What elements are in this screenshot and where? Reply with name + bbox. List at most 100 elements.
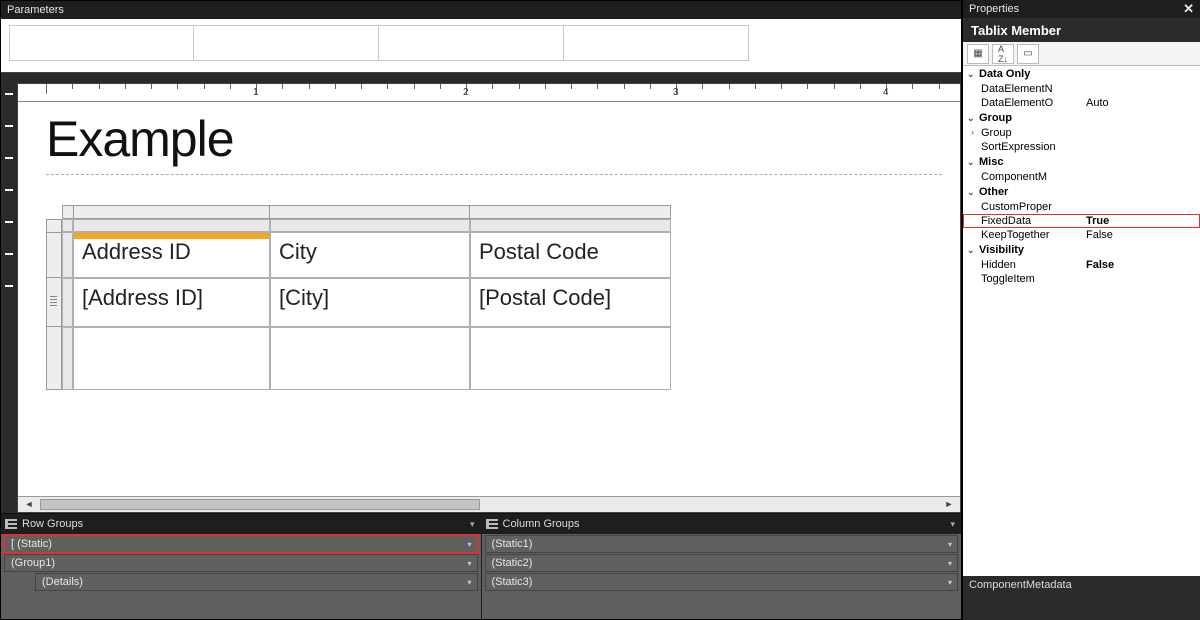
property-row[interactable]: FixedDataTrue — [963, 214, 1200, 228]
tablix-header-cell-selected[interactable]: Address ID — [73, 232, 270, 278]
property-category[interactable]: ⌄Group — [963, 110, 1200, 126]
property-pages-button[interactable]: ▭ — [1017, 44, 1039, 64]
tablix-row-handle[interactable] — [46, 278, 62, 327]
property-value[interactable] — [1086, 171, 1196, 183]
properties-grid[interactable]: ⌄Data OnlyDataElementNDataElementOAuto⌄G… — [963, 66, 1200, 576]
property-value[interactable] — [1086, 141, 1196, 153]
chevron-down-icon[interactable]: ▾ — [467, 559, 471, 568]
tablix-header-cell[interactable]: City — [270, 232, 470, 278]
tablix-column-handle[interactable] — [73, 205, 270, 219]
column-groups-pane[interactable]: Column Groups ▾ (Static1)▾(Static2)▾(Sta… — [482, 514, 962, 619]
tablix-data-cell[interactable]: [Address ID] — [73, 278, 270, 327]
property-row[interactable]: HiddenFalse — [963, 258, 1200, 272]
property-value[interactable]: True — [1086, 215, 1196, 227]
scroll-left-arrow-icon[interactable]: ◄ — [22, 498, 36, 511]
property-row[interactable]: DataElementOAuto — [963, 96, 1200, 110]
categorized-view-button[interactable]: ▦ — [967, 44, 989, 64]
chevron-down-icon[interactable]: ▾ — [948, 559, 952, 568]
tablix-corner-handle[interactable] — [62, 205, 73, 219]
property-name: CustomProper — [981, 201, 1086, 213]
chevron-down-icon[interactable]: ⌄ — [967, 245, 979, 256]
chevron-down-icon[interactable]: ▾ — [467, 578, 471, 587]
properties-description: ComponentMetadata — [963, 576, 1200, 620]
tablix-column-handle[interactable] — [470, 205, 671, 219]
horizontal-scrollbar[interactable]: ◄ ► — [18, 496, 960, 512]
property-category[interactable]: ⌄Data Only — [963, 66, 1200, 82]
property-value[interactable] — [1086, 201, 1196, 213]
chevron-down-icon[interactable]: ▾ — [948, 578, 952, 587]
property-category[interactable]: ⌄Other — [963, 184, 1200, 200]
property-name: ToggleItem — [981, 273, 1086, 285]
tablix-row-handle[interactable] — [46, 232, 62, 278]
row-group-item[interactable]: (Group1)▾ — [4, 554, 478, 572]
properties-panel-title: Properties — [969, 3, 1019, 15]
property-row[interactable]: SortExpression — [963, 140, 1200, 154]
tablix-data-cell[interactable]: [Postal Code] — [470, 278, 671, 327]
tablix-data-cell[interactable] — [73, 327, 270, 390]
property-value[interactable] — [1086, 83, 1196, 95]
property-row[interactable]: CustomProper — [963, 200, 1200, 214]
properties-object-name: Tablix Member — [963, 18, 1200, 42]
chevron-down-icon[interactable]: ⌄ — [967, 69, 979, 80]
property-name: ComponentM — [981, 171, 1086, 183]
chevron-down-icon[interactable]: ▾ — [470, 519, 475, 530]
alphabetical-view-button[interactable]: AZ↓ — [992, 44, 1014, 64]
scroll-right-arrow-icon[interactable]: ► — [942, 498, 956, 511]
property-value[interactable]: False — [1086, 229, 1196, 241]
property-row[interactable]: ToggleItem — [963, 272, 1200, 286]
tablix-row-handle[interactable] — [46, 327, 62, 390]
vertical-ruler-gutter — [1, 83, 17, 513]
parameters-area[interactable] — [1, 19, 961, 73]
property-name: DataElementO — [981, 97, 1086, 109]
chevron-down-icon[interactable]: ▾ — [467, 540, 471, 549]
report-title-textbox[interactable]: Example — [46, 110, 942, 168]
column-group-item[interactable]: (Static2)▾ — [485, 554, 959, 572]
tablix-data-cell[interactable] — [270, 327, 470, 390]
chevron-down-icon[interactable]: ▾ — [950, 519, 955, 530]
close-icon[interactable]: ✕ — [1183, 1, 1194, 17]
property-category[interactable]: ⌄Misc — [963, 154, 1200, 170]
scrollbar-thumb[interactable] — [40, 499, 480, 510]
row-group-item[interactable]: (Details)▾ — [35, 573, 478, 591]
property-value[interactable]: False — [1086, 259, 1196, 271]
property-name: DataElementN — [981, 83, 1086, 95]
chevron-right-icon[interactable]: › — [971, 127, 981, 139]
property-name: KeepTogether — [981, 229, 1086, 241]
column-group-item[interactable]: (Static3)▾ — [485, 573, 959, 591]
property-category[interactable]: ⌄Visibility — [963, 242, 1200, 258]
chevron-down-icon[interactable]: ⌄ — [967, 113, 979, 124]
report-design-surface[interactable]: Example — [18, 102, 960, 496]
horizontal-ruler: 1234 — [18, 84, 960, 102]
row-group-item[interactable]: [ (Static)▾ — [4, 535, 478, 553]
tablix-row-handle[interactable] — [46, 219, 62, 232]
property-row[interactable]: › Group — [963, 126, 1200, 140]
parameters-header: Parameters — [1, 1, 961, 19]
property-row[interactable]: KeepTogetherFalse — [963, 228, 1200, 242]
column-groups-title: Column Groups — [503, 518, 580, 530]
property-name: Hidden — [981, 259, 1086, 271]
property-row[interactable]: DataElementN — [963, 82, 1200, 96]
column-group-item[interactable]: (Static1)▾ — [485, 535, 959, 553]
property-value[interactable] — [1086, 127, 1196, 139]
property-value[interactable] — [1086, 273, 1196, 285]
property-row[interactable]: ComponentM — [963, 170, 1200, 184]
tablix[interactable]: Address ID City Postal Code [Address ID]… — [46, 205, 942, 390]
tablix-header-cell[interactable]: Postal Code — [470, 232, 671, 278]
property-value[interactable]: Auto — [1086, 97, 1196, 109]
property-name: SortExpression — [981, 141, 1086, 153]
tablix-data-cell[interactable] — [470, 327, 671, 390]
row-groups-pane[interactable]: Row Groups ▾ [ (Static)▾(Group1)▾(Detail… — [1, 514, 482, 619]
parameter-cell[interactable] — [564, 25, 749, 61]
row-groups-icon — [5, 519, 17, 529]
chevron-down-icon[interactable]: ⌄ — [967, 187, 979, 198]
chevron-down-icon[interactable]: ▾ — [948, 540, 952, 549]
column-groups-icon — [486, 519, 498, 529]
tablix-cell-text: Address ID — [82, 239, 191, 264]
parameter-cell[interactable] — [379, 25, 564, 61]
row-groups-title: Row Groups — [22, 518, 83, 530]
tablix-data-cell[interactable]: [City] — [270, 278, 470, 327]
tablix-column-handle[interactable] — [270, 205, 470, 219]
chevron-down-icon[interactable]: ⌄ — [967, 157, 979, 168]
parameter-cell[interactable] — [194, 25, 379, 61]
parameter-cell[interactable] — [9, 25, 194, 61]
